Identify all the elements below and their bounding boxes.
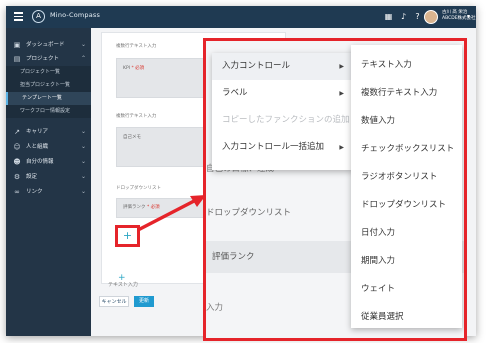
field-type-label: 複数行テキスト入力	[116, 114, 157, 119]
user-chevron-down-icon[interactable]: ▾	[467, 13, 470, 20]
menu-item-label: 入力コントロール	[222, 61, 291, 71]
avatar[interactable]	[424, 10, 438, 24]
hamburger-menu-icon[interactable]	[14, 12, 23, 21]
submenu-item-date-input[interactable]: 日付入力	[351, 219, 462, 247]
background-field-text: 評価ランク	[212, 252, 255, 262]
field-label: 自己メモ	[123, 135, 141, 140]
menu-item-label: 入力コントロール一括追加	[222, 142, 325, 152]
submenu-item-radio-list[interactable]: ラジオボタンリスト	[351, 163, 462, 191]
app-name: Mino-Compass	[50, 11, 101, 19]
sidebar-item-people[interactable]: ☺ 人と組織 ⌄	[6, 140, 91, 154]
app-logo-icon: A	[32, 10, 45, 23]
sidebar-item-label: リンク	[26, 189, 43, 195]
top-header: A Mino-Compass ▦ ♪ ? 古川 髙 栄治 ABCDE株式会社 ▾	[6, 6, 476, 28]
sidebar-item-profile[interactable]: ☻ 自分の情報 ⌄	[6, 155, 91, 169]
submenu-item-weight[interactable]: ウェイト	[351, 275, 462, 303]
menu-item-input-control[interactable]: 入力コントロール ▶	[212, 53, 353, 80]
sidebar-item-label: キャリア	[26, 129, 49, 135]
update-button[interactable]: 更新	[134, 296, 154, 307]
menu-item-label: ラベル	[222, 88, 248, 98]
sidebar-item-link[interactable]: ∞ リンク ⌄	[6, 185, 91, 199]
settings-icon: ⚙	[13, 173, 21, 181]
field-label: KPI	[123, 66, 130, 71]
menu-item-add-copied-function: コピーしたファンクションの追加	[212, 107, 353, 134]
user-company: ABCDE株式会社	[442, 16, 476, 21]
help-icon[interactable]: ?	[413, 12, 422, 21]
people-icon: ☺	[13, 143, 21, 151]
callout-arrow-icon	[137, 195, 206, 232]
profile-icon: ☻	[13, 158, 21, 166]
field-type-label: 複数行テキスト入力	[116, 44, 157, 49]
chevron-down-icon: ⌄	[80, 158, 86, 165]
required-mark: * 必須	[131, 66, 145, 71]
screenshot-stage: A Mino-Compass ▦ ♪ ? 古川 髙 栄治 ABCDE株式会社 ▾…	[0, 0, 495, 343]
chevron-down-icon: ⌄	[80, 41, 86, 48]
submenu-item-number-input[interactable]: 数値入力	[351, 107, 462, 135]
sidebar-item-label: 設定	[26, 174, 38, 180]
sidebar: ▣ ダッシュボード ⌄ ▤ プロジェクト ⌃ プロジェクト一覧 担当プロジェクト…	[6, 28, 91, 336]
bell-icon[interactable]: ♪	[399, 12, 408, 21]
sidebar-subitem-templates[interactable]: テンプレート一覧	[6, 92, 91, 105]
sidebar-item-project[interactable]: ▤ プロジェクト ⌃	[6, 52, 91, 66]
subitem-label: 担当プロジェクト一覧	[20, 82, 71, 88]
menu-item-label: コピーしたファンクションの追加	[222, 115, 350, 125]
user-info[interactable]: 古川 髙 栄治 ABCDE株式会社	[442, 10, 476, 22]
calendar-icon[interactable]: ▦	[384, 12, 393, 21]
submenu-item-employee-select[interactable]: 従業員選択	[351, 303, 462, 331]
menu-item-bulk-add-controls[interactable]: 入力コントロール一括追加 ▶	[212, 134, 353, 161]
zoom-callout-panel: 自己の目標、達成 ドロップダウンリスト 評価ランク 入力 入力コントロール ▶ …	[203, 38, 467, 341]
submenu-item-period-input[interactable]: 期間入力	[351, 247, 462, 275]
chevron-down-icon: ⌄	[80, 128, 86, 135]
career-icon: ↗	[14, 128, 20, 136]
chevron-down-icon: ⌄	[80, 173, 86, 180]
chevron-up-icon: ⌃	[80, 55, 86, 62]
context-menu: 入力コントロール ▶ ラベル ▶ コピーしたファンクションの追加 入力コントロー…	[212, 53, 353, 170]
cancel-button[interactable]: キャンセル	[99, 296, 129, 307]
chevron-down-icon: ⌄	[80, 188, 86, 195]
field-type-label: テキスト入力	[108, 282, 138, 288]
chevron-down-icon: ⌄	[80, 143, 86, 150]
chevron-right-icon: ▶	[339, 63, 344, 70]
sidebar-subitem-assigned-projects[interactable]: 担当プロジェクト一覧	[6, 79, 91, 92]
sidebar-subitem-project-list[interactable]: プロジェクト一覧	[6, 66, 91, 79]
subitem-label: ワークフロー情報設定	[20, 108, 71, 114]
sidebar-item-dashboard[interactable]: ▣ ダッシュボード ⌄	[6, 38, 91, 52]
submenu-item-dropdown-list[interactable]: ドロップダウンリスト	[351, 191, 462, 219]
control-type-submenu: テキスト入力 複数行テキスト入力 数値入力 チェックボックスリスト ラジオボタン…	[351, 45, 462, 328]
sidebar-item-settings[interactable]: ⚙ 設定 ⌄	[6, 170, 91, 184]
submenu-item-text-input[interactable]: テキスト入力	[351, 51, 462, 79]
subitem-label: テンプレート一覧	[22, 95, 62, 101]
sidebar-item-label: ダッシュボード	[26, 42, 65, 48]
sidebar-item-label: 自分の情報	[26, 159, 54, 165]
sidebar-item-career[interactable]: ↗ キャリア ⌄	[6, 125, 91, 139]
chevron-right-icon: ▶	[339, 90, 344, 97]
sidebar-item-label: 人と組織	[26, 144, 49, 150]
chevron-right-icon: ▶	[339, 144, 344, 151]
menu-item-label-control[interactable]: ラベル ▶	[212, 80, 353, 107]
subitem-label: プロジェクト一覧	[20, 69, 61, 75]
link-icon: ∞	[14, 188, 20, 196]
sidebar-item-label: プロジェクト	[26, 56, 60, 62]
dashboard-icon: ▣	[13, 41, 21, 49]
submenu-item-multiline-text[interactable]: 複数行テキスト入力	[351, 79, 462, 107]
project-icon: ▤	[13, 55, 21, 63]
sidebar-subitem-workflow-settings[interactable]: ワークフロー情報設定	[6, 105, 91, 118]
field-name: KPI * 必須	[123, 65, 144, 71]
submenu-item-checkbox-list[interactable]: チェックボックスリスト	[351, 135, 462, 163]
